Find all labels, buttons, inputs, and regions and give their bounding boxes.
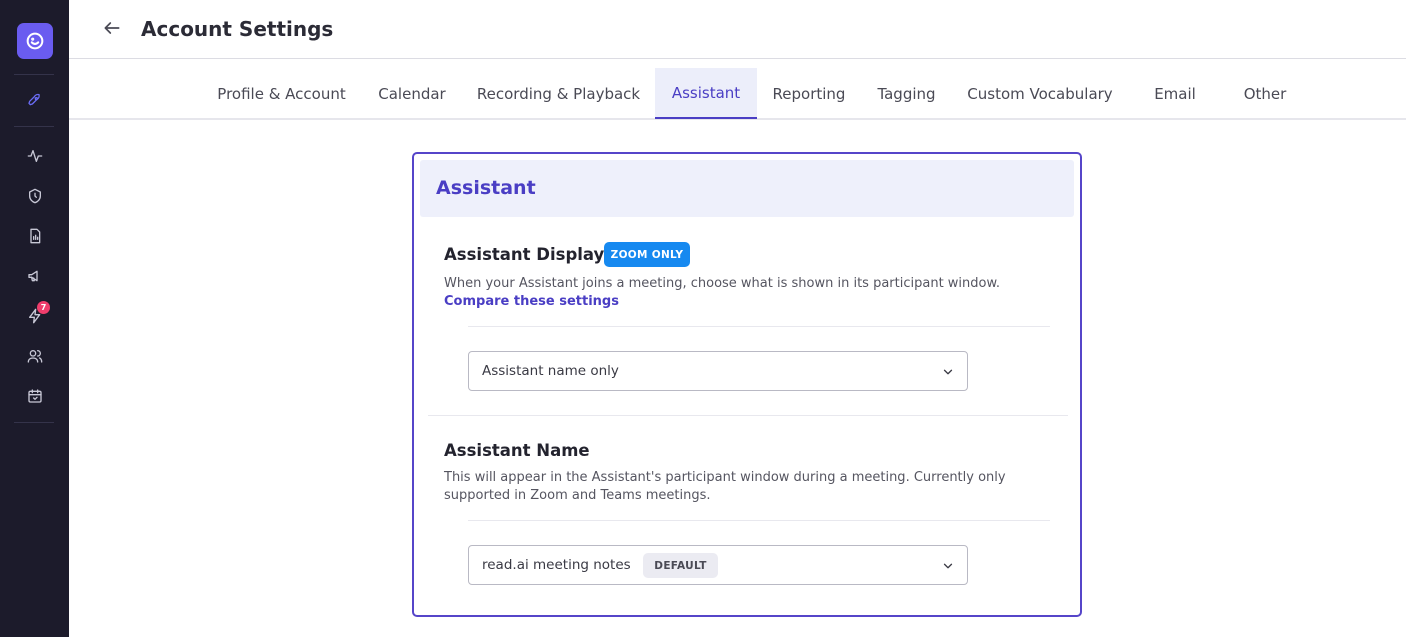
tab-email[interactable]: Email xyxy=(1137,68,1213,119)
people-icon[interactable] xyxy=(24,345,46,367)
assistant-display-select[interactable]: Assistant name only xyxy=(468,351,968,391)
assistant-display-description: When your Assistant joins a meeting, cho… xyxy=(444,276,1001,291)
assistant-name-value: read.ai meeting notes xyxy=(482,557,631,573)
arrow-left-icon[interactable] xyxy=(101,17,123,39)
assistant-display-value: Assistant name only xyxy=(482,363,619,379)
tab-custom-vocabulary[interactable]: Custom Vocabulary xyxy=(960,68,1120,119)
tab-tagging[interactable]: Tagging xyxy=(868,68,945,119)
read-ai-logo-icon[interactable] xyxy=(17,23,53,59)
page-title: Account Settings xyxy=(141,17,334,41)
sidebar: 7 xyxy=(0,0,69,637)
assistant-display-title: Assistant Display xyxy=(444,245,605,264)
divider xyxy=(468,326,1050,327)
settings-tabs: Profile & Account Calendar Recording & P… xyxy=(69,60,1406,120)
sidebar-divider xyxy=(14,74,54,75)
sidebar-divider xyxy=(14,126,54,127)
notification-badge: 7 xyxy=(37,301,50,314)
tab-reporting[interactable]: Reporting xyxy=(764,68,854,119)
tab-profile-account[interactable]: Profile & Account xyxy=(208,68,355,119)
tab-assistant[interactable]: Assistant xyxy=(655,68,757,119)
shield-icon[interactable] xyxy=(24,185,46,207)
sidebar-divider xyxy=(14,422,54,423)
card-header: Assistant xyxy=(420,160,1074,217)
chevron-down-icon xyxy=(943,369,953,375)
compare-settings-link[interactable]: Compare these settings xyxy=(444,294,619,309)
chevron-down-icon xyxy=(943,563,953,569)
pulse-icon[interactable] xyxy=(24,145,46,167)
assistant-name-select[interactable]: read.ai meeting notes DEFAULT xyxy=(468,545,968,585)
calendar-icon[interactable] xyxy=(24,385,46,407)
zoom-only-badge: ZOOM ONLY xyxy=(604,242,690,267)
assistant-settings-card: Assistant Assistant Display ZOOM ONLY Wh… xyxy=(412,152,1082,617)
tab-recording-playback[interactable]: Recording & Playback xyxy=(470,68,647,119)
card-title: Assistant xyxy=(436,177,536,199)
divider xyxy=(468,520,1050,521)
default-badge: DEFAULT xyxy=(643,553,718,578)
megaphone-icon[interactable] xyxy=(24,265,46,287)
rocket-icon[interactable] xyxy=(24,89,46,111)
assistant-name-description: This will appear in the Assistant's part… xyxy=(444,470,1006,503)
page-header: Account Settings xyxy=(69,0,1406,59)
assistant-name-title: Assistant Name xyxy=(444,441,590,460)
tab-calendar[interactable]: Calendar xyxy=(369,68,455,119)
tab-other[interactable]: Other xyxy=(1227,68,1303,119)
report-icon[interactable] xyxy=(24,225,46,247)
section-divider xyxy=(428,415,1068,416)
